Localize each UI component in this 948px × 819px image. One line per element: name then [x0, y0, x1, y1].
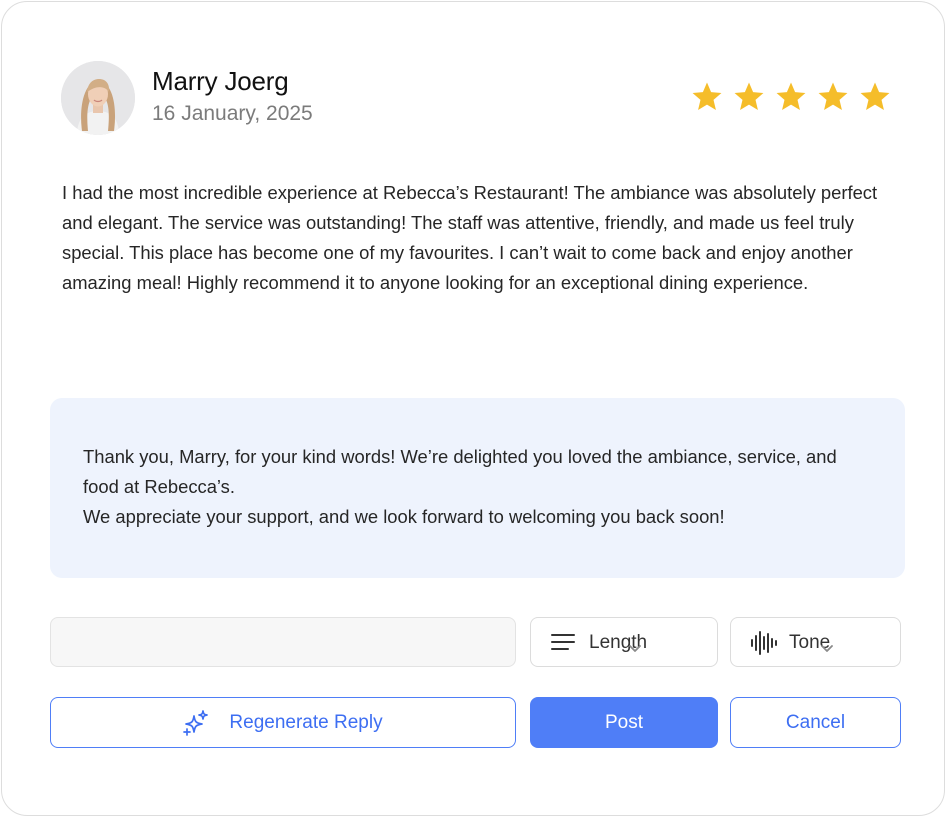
cancel-button[interactable]: Cancel [730, 697, 901, 748]
review-text: I had the most incredible experience at … [62, 182, 878, 293]
reply-line-1: Thank you, Marry, for your kind words! W… [83, 446, 837, 497]
length-dropdown[interactable]: Length [530, 617, 718, 667]
star-icon [860, 82, 890, 111]
review-date: 16 January, 2025 [152, 102, 313, 125]
avatar [61, 61, 135, 135]
waveform-icon [751, 631, 777, 655]
reply-text: Thank you, Marry, for your kind words! W… [83, 442, 873, 532]
reply-prompt-input[interactable] [50, 617, 516, 667]
cancel-label: Cancel [785, 711, 846, 733]
tone-dropdown[interactable]: Tone [730, 617, 901, 667]
reply-line-2: We appreciate your support, and we look … [83, 506, 725, 527]
chevron-down-icon [821, 645, 833, 652]
review-card: Marry Joerg 16 January, 2025 I had the m… [1, 1, 945, 816]
star-icon [692, 82, 722, 111]
regenerate-reply-button[interactable]: Regenerate Reply [50, 697, 516, 748]
lines-icon [551, 634, 575, 650]
user-photo [61, 61, 135, 135]
generated-reply[interactable]: Thank you, Marry, for your kind words! W… [50, 398, 905, 578]
sparkle-icon [183, 709, 209, 736]
chevron-down-icon [629, 645, 641, 652]
star-icon [776, 82, 806, 111]
reviewer-name: Marry Joerg [152, 66, 289, 96]
star-rating [690, 80, 892, 114]
star-icon [818, 82, 848, 111]
star-icon [734, 82, 764, 111]
post-label: Post [604, 711, 644, 733]
post-button[interactable]: Post [530, 697, 718, 748]
regenerate-label: Regenerate Reply [229, 711, 383, 733]
